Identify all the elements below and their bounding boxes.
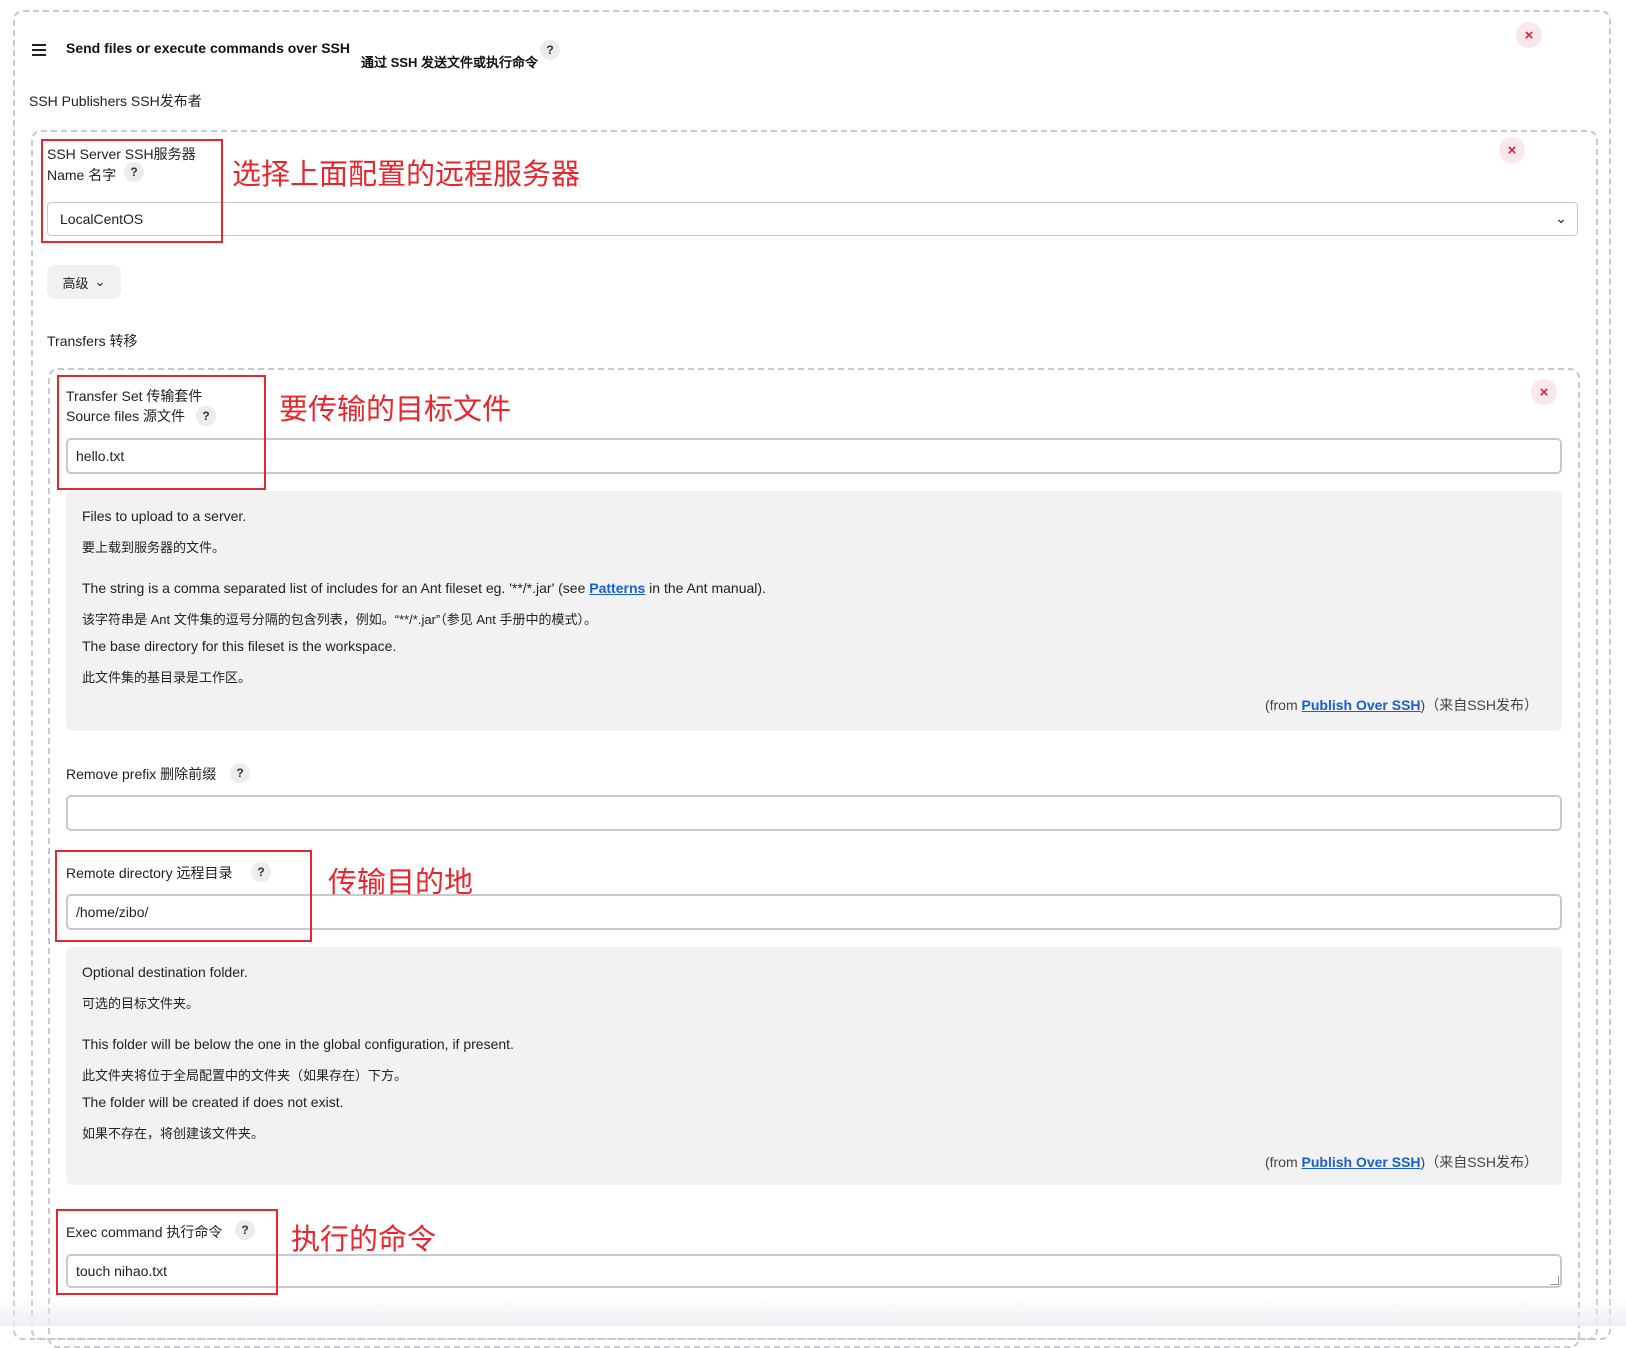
step-help-icon[interactable]: ? [540,40,560,60]
help-text: The folder will be created if does not e… [82,1094,344,1110]
annotation-box-remote [55,850,312,942]
remove-prefix-label: Remove prefix 删除前缀 [66,766,217,782]
transfers-label: Transfers 转移 [47,333,138,349]
publish-over-ssh-link[interactable]: Publish Over SSH [1302,1154,1421,1170]
help-text: The base directory for this fileset is t… [82,638,397,654]
help-text: 此文件集的基目录是工作区。 [82,670,252,685]
help-source: (from Publish Over SSH)（来自SSH发布） [1264,1154,1538,1170]
help-source: (from Publish Over SSH)（来自SSH发布） [1264,697,1538,713]
chevron-down-icon: ⌄ [1555,210,1567,226]
help-text: 该字符串是 Ant 文件集的逗号分隔的包含列表，例如。“**/*.jar”（参见… [82,612,597,627]
bottom-fade [0,1296,1626,1326]
source-files-input[interactable]: hello.txt [66,438,1562,474]
annotation-box-server [41,139,223,243]
source-files-help-box: Files to upload to a server. 要上载到服务器的文件。… [66,491,1562,731]
remote-directory-help-box: Optional destination folder. 可选的目标文件夹。 T… [66,947,1562,1185]
step-title-cn: 通过 SSH 发送文件或执行命令 [361,55,538,70]
annotation-source: 要传输的目标文件 [279,394,512,426]
delete-transfer-set-button[interactable]: × [1531,379,1557,405]
step-title: Send files or execute commands over SSH [66,40,350,56]
help-text: 可选的目标文件夹。 [82,996,200,1011]
textarea-resize-handle[interactable] [1550,1276,1559,1285]
help-text: 此文件夹将位于全局配置中的文件夹（如果存在）下方。 [82,1068,408,1083]
publish-over-ssh-link[interactable]: Publish Over SSH [1302,697,1421,713]
remove-prefix-input[interactable] [66,795,1562,831]
chevron-down-icon: ⌄ [94,274,106,289]
delete-publisher-button[interactable]: × [1499,137,1525,163]
annotation-box-exec [56,1209,278,1295]
help-text: 要上载到服务器的文件。 [82,540,226,555]
remove-prefix-help-icon[interactable]: ? [230,763,250,783]
help-text: 如果不存在，将创建该文件夹。 [82,1126,265,1141]
exec-command-textarea[interactable]: touch nihao.txt [66,1254,1562,1288]
ssh-publishers-label: SSH Publishers SSH发布者 [29,93,202,109]
annotation-exec: 执行的命令 [291,1224,437,1256]
annotation-remote: 传输目的地 [328,867,474,899]
advanced-label: 高级 [62,275,89,291]
annotation-box-source [57,375,266,490]
help-text: The string is a comma separated list of … [82,580,766,596]
help-text: Optional destination folder. [82,964,248,980]
patterns-link[interactable]: Patterns [589,580,645,596]
advanced-button[interactable]: 高级 ⌄ [47,265,121,299]
ssh-server-select[interactable]: LocalCentOS ⌄ [47,202,1578,236]
help-text: This folder will be below the one in the… [82,1036,514,1052]
annotation-server: 选择上面配置的远程服务器 [232,159,581,191]
drag-handle-icon[interactable] [32,44,46,56]
delete-step-button[interactable]: × [1516,22,1542,48]
help-text: Files to upload to a server. [82,508,247,524]
